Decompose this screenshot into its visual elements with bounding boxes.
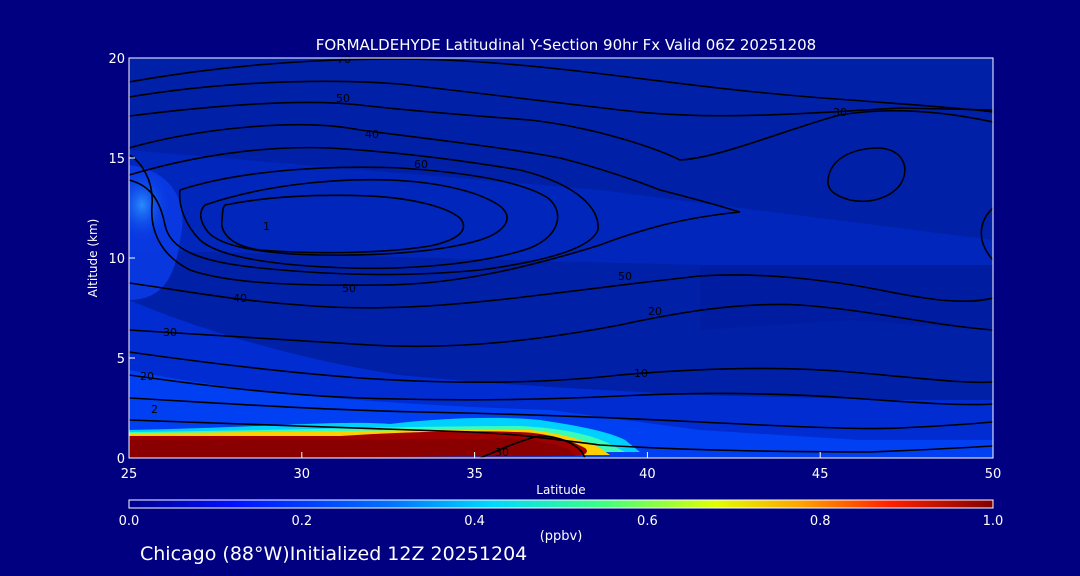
y-tick-label: 20 xyxy=(108,52,125,67)
colorbar-ticks: 0.0 0.2 0.4 0.6 0.8 1.0 xyxy=(119,514,1004,529)
footer-text: Chicago (88°W)Initialized 12Z 20251204 xyxy=(140,543,528,565)
x-tick-label: 40 xyxy=(639,467,656,482)
x-axis-label: Latitude xyxy=(536,483,585,497)
contour-label: 30 xyxy=(163,326,177,339)
x-tick-label: 50 xyxy=(985,467,1002,482)
contour-label: 10 xyxy=(634,367,648,380)
chart-title: FORMALDEHYDE Latitudinal Y-Section 90hr … xyxy=(316,36,816,54)
field-jet-glow xyxy=(129,165,172,245)
contour-label: 30 xyxy=(495,446,509,459)
contour-label: 50 xyxy=(336,92,350,105)
contour-label: 60 xyxy=(414,158,428,171)
contour-label: 70 xyxy=(337,53,351,66)
x-tick-label: 25 xyxy=(121,467,138,482)
contour-label: 40 xyxy=(365,128,379,141)
contour-label: 20 xyxy=(140,370,154,383)
colorbar-tick-label: 0.2 xyxy=(291,514,312,529)
y-tick-label: 15 xyxy=(108,152,125,167)
x-tick-label: 30 xyxy=(294,467,311,482)
colorbar-gradient xyxy=(128,499,994,509)
colorbar-tick-label: 0.8 xyxy=(810,514,831,529)
colorbar-tick-label: 1.0 xyxy=(983,514,1004,529)
colorbar-tick-label: 0.0 xyxy=(119,514,140,529)
y-tick-label: 0 xyxy=(117,452,125,467)
contour-label: 1 xyxy=(263,220,270,233)
contour-label: 50 xyxy=(618,270,632,283)
y-axis-label: Altitude (km) xyxy=(86,219,100,298)
colorbar-tick-label: 0.4 xyxy=(464,514,485,529)
colorbar-label: (ppbv) xyxy=(540,529,583,544)
y-tick-label: 10 xyxy=(108,252,125,267)
contour-label: 40 xyxy=(233,292,247,305)
colorbar-tick-label: 0.6 xyxy=(637,514,658,529)
contour-label: 20 xyxy=(648,305,662,318)
y-tick-label: 5 xyxy=(117,352,125,367)
chart: 70 50 40 60 1 50 30 40 30 20 2 50 20 10 … xyxy=(86,36,1004,544)
colorbar: 0.0 0.2 0.4 0.6 0.8 1.0 (ppbv) xyxy=(119,499,1004,544)
contour-label: 30 xyxy=(833,106,847,119)
contour-label: 2 xyxy=(151,403,158,416)
contour-label: 50 xyxy=(342,282,356,295)
x-tick-label: 35 xyxy=(466,467,483,482)
x-tick-label: 45 xyxy=(812,467,829,482)
